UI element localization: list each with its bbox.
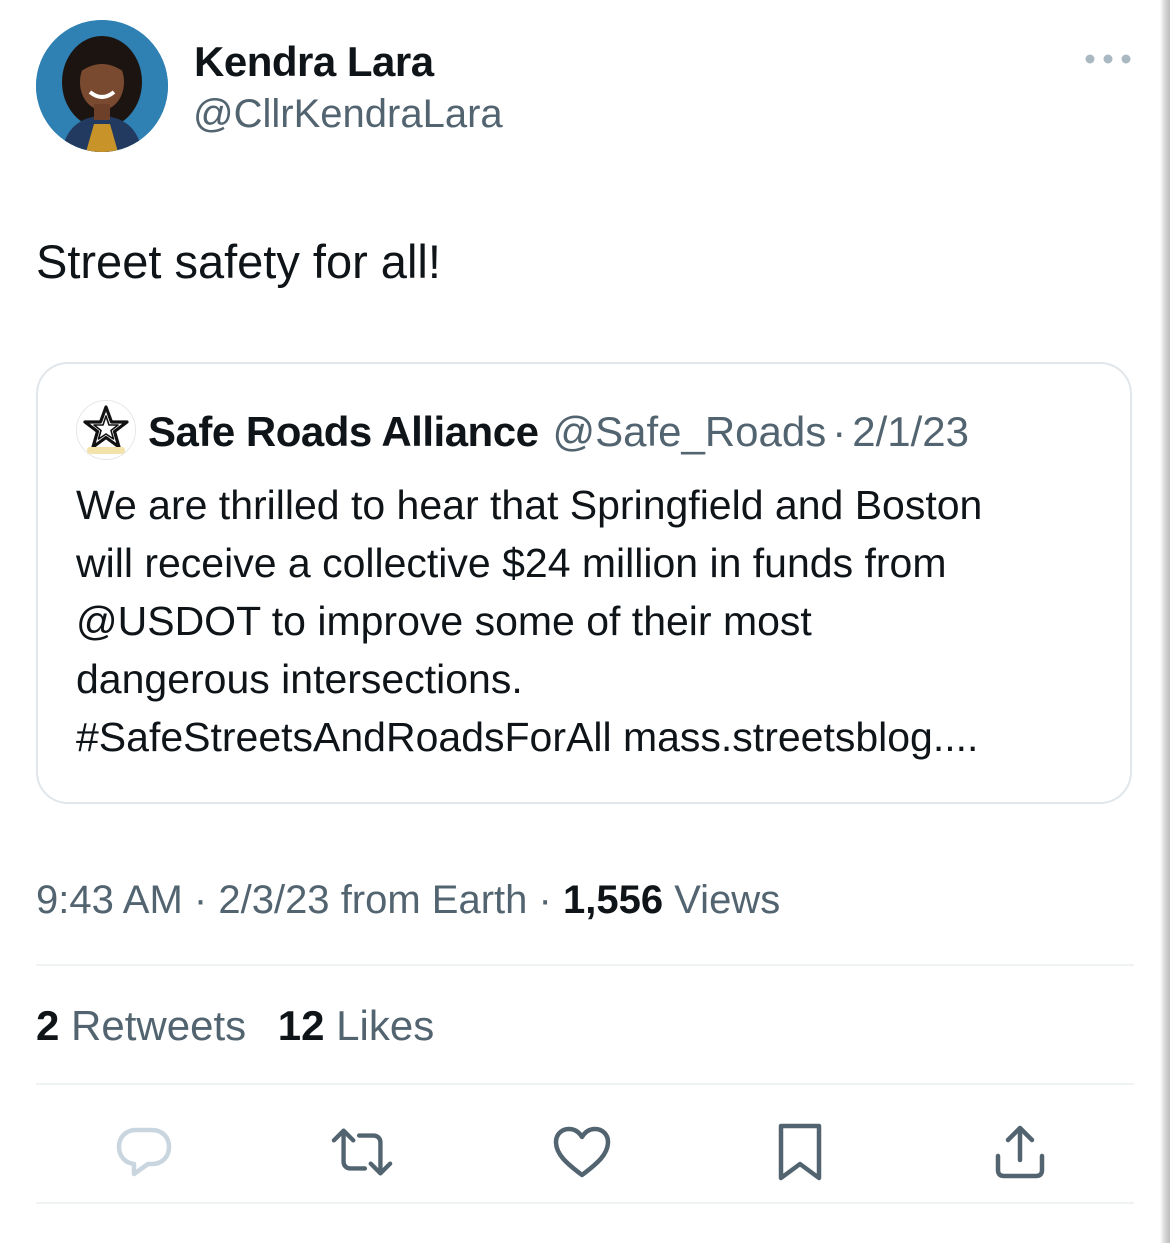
like-icon bbox=[553, 1126, 611, 1178]
quoted-tweet-text: We are thrilled to hear that Springfield… bbox=[76, 476, 1116, 766]
retweets-label: Retweets bbox=[71, 1002, 247, 1049]
divider bbox=[36, 1202, 1134, 1204]
quoted-text-line: #SafeStreetsAndRoadsForAll mass.streetsb… bbox=[76, 714, 979, 760]
quoted-separator: · bbox=[832, 408, 847, 455]
retweet-icon bbox=[331, 1128, 393, 1176]
likes-count: 12 bbox=[277, 1002, 325, 1049]
meta-separator: · bbox=[538, 878, 552, 922]
quoted-header: Safe Roads Alliance @Safe_Roads · 2/1/23 bbox=[148, 408, 969, 456]
retweets-count: 2 bbox=[36, 1002, 60, 1049]
like-button[interactable] bbox=[550, 1120, 614, 1184]
tweet-source: from Earth bbox=[340, 878, 528, 922]
share-icon bbox=[995, 1125, 1045, 1179]
reply-button[interactable] bbox=[112, 1120, 176, 1184]
tweet-meta: 9:43 AM · 2/3/23 from Earth · 1,556 View… bbox=[36, 878, 780, 923]
author-avatar[interactable] bbox=[36, 20, 168, 152]
views-count[interactable]: 1,556 bbox=[563, 878, 663, 922]
bookmark-button[interactable] bbox=[768, 1120, 832, 1184]
retweets-stat[interactable]: 2 Retweets bbox=[36, 1002, 246, 1050]
author-handle[interactable]: @CllrKendraLara bbox=[193, 92, 503, 137]
quoted-author-name[interactable]: Safe Roads Alliance bbox=[148, 408, 539, 456]
divider bbox=[36, 964, 1134, 966]
quoted-avatar bbox=[76, 400, 136, 460]
more-options-icon[interactable] bbox=[1080, 42, 1136, 76]
retweet-button[interactable] bbox=[330, 1120, 394, 1184]
quoted-text-line: will receive a collective $24 million in… bbox=[76, 540, 947, 586]
views-label[interactable]: Views bbox=[674, 878, 780, 922]
tweet-date[interactable]: 2/3/23 bbox=[218, 878, 329, 922]
avatar-photo bbox=[36, 20, 168, 152]
likes-label: Likes bbox=[336, 1002, 435, 1049]
tweet-text: Street safety for all! bbox=[36, 235, 441, 288]
engagement-stats: 2 Retweets 12 Likes bbox=[36, 1002, 434, 1050]
reply-icon bbox=[116, 1127, 172, 1177]
quoted-tweet-card[interactable]: Safe Roads Alliance @Safe_Roads · 2/1/23… bbox=[36, 362, 1132, 804]
screen-edge bbox=[1160, 0, 1170, 1243]
quoted-text-line: @USDOT to improve some of their most bbox=[76, 598, 812, 644]
meta-separator: · bbox=[193, 878, 208, 922]
quoted-text-line: We are thrilled to hear that Springfield… bbox=[76, 482, 983, 528]
share-button[interactable] bbox=[988, 1120, 1052, 1184]
quoted-date[interactable]: 2/1/23 bbox=[852, 408, 969, 456]
divider bbox=[36, 1083, 1134, 1085]
bookmark-icon bbox=[778, 1123, 822, 1181]
quoted-author-handle[interactable]: @Safe_Roads bbox=[552, 408, 826, 456]
author-name[interactable]: Kendra Lara bbox=[194, 38, 434, 86]
tweet-time[interactable]: 9:43 AM bbox=[36, 878, 183, 922]
star-logo-icon bbox=[77, 401, 135, 459]
quoted-text-line: dangerous intersections. bbox=[76, 656, 523, 702]
likes-stat[interactable]: 12 Likes bbox=[278, 1002, 434, 1050]
